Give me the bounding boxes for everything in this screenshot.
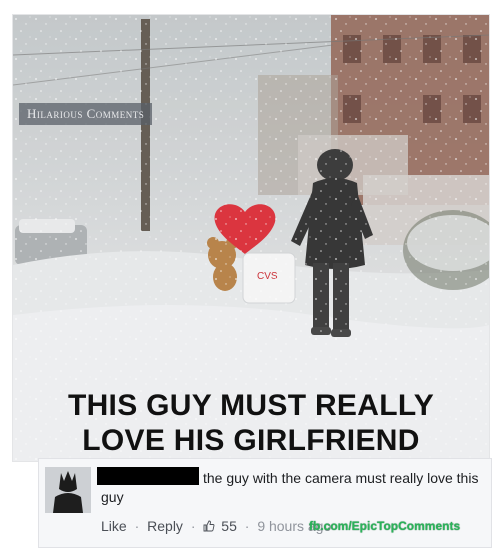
like-thumb-icon	[203, 520, 215, 532]
likes-count[interactable]: 55	[221, 518, 237, 534]
like-link[interactable]: Like	[101, 518, 127, 534]
epic-top-comments-watermark: fb.com/EpicTopComments	[309, 519, 461, 533]
avatar-image	[45, 467, 91, 513]
comment-text: the guy with the camera must really love…	[101, 470, 479, 505]
action-separator: ·	[134, 518, 140, 534]
caption-line-2: LOVE HIS GIRLFRIEND	[82, 424, 420, 457]
caption-line-1: THIS GUY MUST REALLY	[67, 389, 435, 422]
hilarious-comments-watermark: Hilarious Comments	[19, 103, 153, 125]
comment-actions: Like · Reply · 55 · 9 hours ago	[101, 518, 331, 534]
action-separator: ·	[190, 518, 196, 534]
comment-box: the guy with the camera must really love…	[38, 458, 492, 548]
meme-post: CVS Hilarious Comments THIS GUY MUST REA…	[0, 0, 500, 559]
reply-link[interactable]: Reply	[147, 518, 183, 534]
avatar[interactable]	[45, 467, 91, 513]
action-separator: ·	[244, 518, 250, 534]
post-photo: CVS Hilarious Comments THIS GUY MUST REA…	[12, 14, 490, 462]
